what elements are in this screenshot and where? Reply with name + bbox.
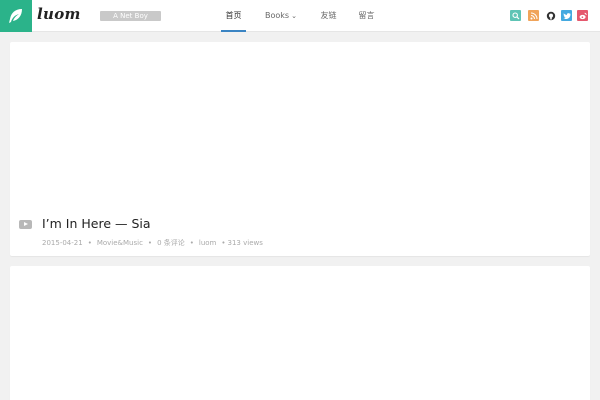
- twitter-icon: [562, 12, 570, 19]
- twitter-button[interactable]: [561, 10, 572, 21]
- meta-separator: •: [221, 239, 226, 247]
- post-category[interactable]: Movie&Music: [97, 239, 143, 247]
- post-card: [10, 266, 590, 400]
- post-meta: 2015-04-21 • Movie&Music • 0 条评论 • luom • 313 vi…: [42, 238, 263, 248]
- feather-icon: [9, 9, 22, 23]
- site-name[interactable]: luom: [37, 5, 81, 23]
- meta-separator: •: [189, 239, 194, 247]
- nav-item-home[interactable]: 首页: [221, 0, 246, 32]
- weibo-button[interactable]: [577, 10, 588, 21]
- meta-separator: •: [87, 239, 92, 247]
- nav-item-label: 首页: [225, 11, 242, 20]
- post-title[interactable]: I’m In Here — Sia: [42, 216, 151, 231]
- github-icon: [546, 11, 555, 20]
- rss-icon: [530, 12, 537, 19]
- post-card: I’m In Here — Sia 2015-04-21 • Movie&Music…: [10, 42, 590, 256]
- post-author[interactable]: luom: [199, 239, 216, 247]
- video-post-icon: [19, 220, 32, 229]
- meta-separator: •: [147, 239, 153, 247]
- nav-item-label: Books: [265, 11, 290, 20]
- site-tagline: A Net Boy: [100, 11, 161, 21]
- chevron-down-icon: ⌄: [291, 12, 297, 20]
- weibo-icon: [579, 12, 587, 19]
- search-button[interactable]: [510, 10, 521, 21]
- nav-item-guestbook[interactable]: 留言: [354, 0, 379, 32]
- site-logo[interactable]: [0, 0, 32, 32]
- nav-item-label: 友链: [320, 11, 337, 20]
- post-views: 313 views: [227, 239, 263, 247]
- post-date: 2015-04-21: [42, 239, 83, 247]
- site-header: luom A Net Boy 首页 Books ⌄ 友链 留言: [0, 0, 600, 32]
- github-button[interactable]: [545, 10, 556, 21]
- post-comments[interactable]: 0 条评论: [157, 238, 185, 248]
- rss-button[interactable]: [528, 10, 539, 21]
- nav-item-books[interactable]: Books ⌄: [261, 0, 301, 32]
- search-icon: [511, 11, 519, 19]
- nav-item-label: 留言: [358, 11, 375, 20]
- nav-item-links[interactable]: 友链: [316, 0, 341, 32]
